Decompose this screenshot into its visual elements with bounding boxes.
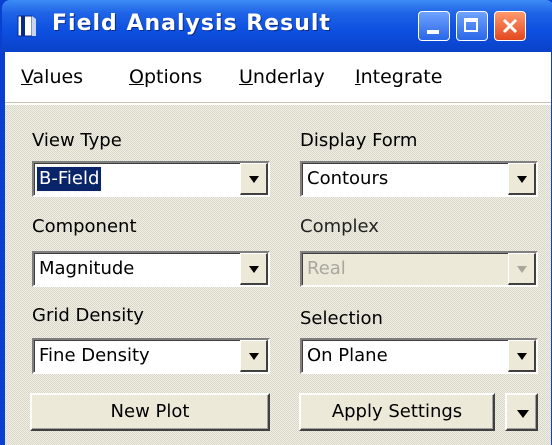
menu-values[interactable]: Values bbox=[21, 66, 83, 88]
selection-select[interactable]: On Plane bbox=[300, 338, 538, 374]
menu-options[interactable]: Options bbox=[129, 66, 202, 88]
apply-settings-button[interactable]: Apply Settings bbox=[299, 393, 495, 431]
chevron-down-icon bbox=[517, 176, 527, 183]
selection-value: On Plane bbox=[307, 345, 388, 366]
minimize-button[interactable] bbox=[418, 11, 450, 41]
menu-separator bbox=[5, 103, 551, 125]
menu-underlay-rest: nderlay bbox=[252, 66, 325, 88]
chevron-down-icon bbox=[249, 176, 259, 183]
complex-select: Real bbox=[300, 251, 538, 287]
minimize-icon bbox=[427, 30, 439, 34]
view-type-dropdown-button[interactable] bbox=[240, 163, 268, 195]
maximize-icon bbox=[464, 18, 478, 32]
menu-integrate-rest: ntegrate bbox=[360, 66, 443, 88]
new-plot-button[interactable]: New Plot bbox=[30, 393, 270, 431]
view-type-label: View Type bbox=[32, 130, 122, 151]
complex-label: Complex bbox=[300, 216, 379, 237]
chevron-down-icon bbox=[249, 266, 259, 273]
view-type-value: B-Field bbox=[35, 166, 103, 192]
client-area: Values Options Underlay Integrate View T… bbox=[5, 52, 551, 445]
close-button[interactable] bbox=[494, 11, 526, 41]
selection-dropdown-button[interactable] bbox=[508, 340, 536, 372]
menu-values-rest: alues bbox=[32, 66, 84, 88]
complex-value: Real bbox=[307, 258, 346, 279]
chevron-down-icon bbox=[249, 353, 259, 360]
maximize-button[interactable] bbox=[456, 11, 488, 41]
component-select[interactable]: Magnitude bbox=[32, 251, 270, 287]
complex-dropdown-button bbox=[508, 253, 536, 285]
window-title: Field Analysis Result bbox=[52, 11, 331, 36]
grid-density-value: Fine Density bbox=[39, 345, 150, 366]
chevron-down-icon bbox=[517, 353, 527, 360]
menu-underlay[interactable]: Underlay bbox=[239, 66, 325, 88]
component-label: Component bbox=[32, 216, 137, 237]
grid-density-select[interactable]: Fine Density bbox=[32, 338, 270, 374]
display-form-dropdown-button[interactable] bbox=[508, 163, 536, 195]
title-bar[interactable]: Field Analysis Result bbox=[2, 0, 552, 52]
menu-bar: Values Options Underlay Integrate bbox=[5, 52, 551, 103]
display-form-value: Contours bbox=[307, 168, 389, 189]
grid-density-dropdown-button[interactable] bbox=[240, 340, 268, 372]
component-dropdown-button[interactable] bbox=[240, 253, 268, 285]
chevron-down-icon bbox=[517, 410, 529, 418]
menu-integrate[interactable]: Integrate bbox=[355, 66, 442, 88]
menu-options-mnemonic: O bbox=[129, 66, 144, 88]
menu-options-rest: ptions bbox=[143, 66, 203, 88]
selection-label: Selection bbox=[300, 308, 383, 329]
component-value: Magnitude bbox=[39, 258, 135, 279]
app-window: Field Analysis Result Values Options Und… bbox=[0, 0, 552, 445]
apply-options-dropdown-button[interactable] bbox=[505, 393, 538, 431]
menu-underlay-mnemonic: U bbox=[239, 66, 253, 88]
display-form-select[interactable]: Contours bbox=[300, 161, 538, 197]
grid-density-label: Grid Density bbox=[32, 305, 144, 326]
menu-values-mnemonic: V bbox=[21, 66, 33, 88]
app-icon bbox=[17, 15, 36, 37]
view-type-select[interactable]: B-Field bbox=[32, 161, 270, 197]
chevron-down-icon bbox=[517, 266, 527, 273]
close-icon bbox=[502, 18, 518, 34]
display-form-label: Display Form bbox=[300, 130, 418, 151]
